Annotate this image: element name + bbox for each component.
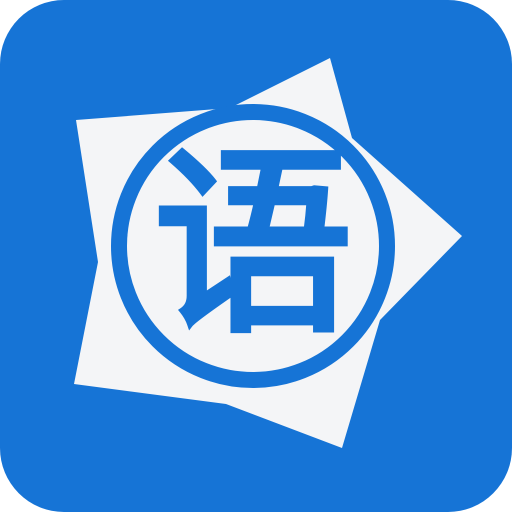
app-icon-svg: 语 xyxy=(0,0,512,512)
app-icon[interactable]: 语 xyxy=(0,0,512,512)
chinese-character-yu-icon: 语 xyxy=(153,129,353,362)
